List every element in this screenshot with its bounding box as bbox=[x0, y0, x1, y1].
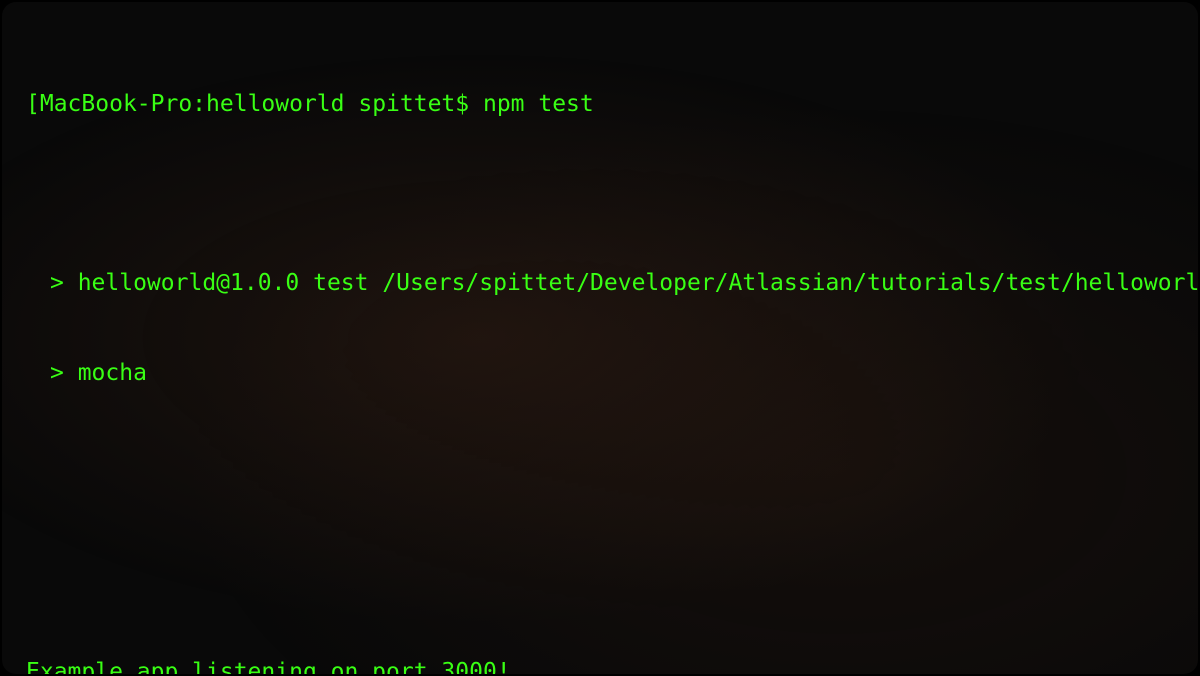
terminal-window[interactable]: [MacBook-Pro:helloworld spittet$ npm tes… bbox=[2, 2, 1198, 674]
npm-script-header: > helloworld@1.0.0 test /Users/spittet/D… bbox=[26, 269, 1174, 299]
shell-prompt: MacBook-Pro:helloworld spittet$ bbox=[40, 91, 483, 117]
command-line: [MacBook-Pro:helloworld spittet$ npm tes… bbox=[26, 90, 1174, 120]
bracket-open: [ bbox=[26, 91, 40, 117]
terminal-content: [MacBook-Pro:helloworld spittet$ npm tes… bbox=[26, 30, 1174, 674]
app-log-message: Example app listening on port 3000! bbox=[26, 658, 1174, 674]
npm-runner-line: > mocha bbox=[26, 359, 1174, 389]
command-text: npm test bbox=[483, 91, 594, 117]
